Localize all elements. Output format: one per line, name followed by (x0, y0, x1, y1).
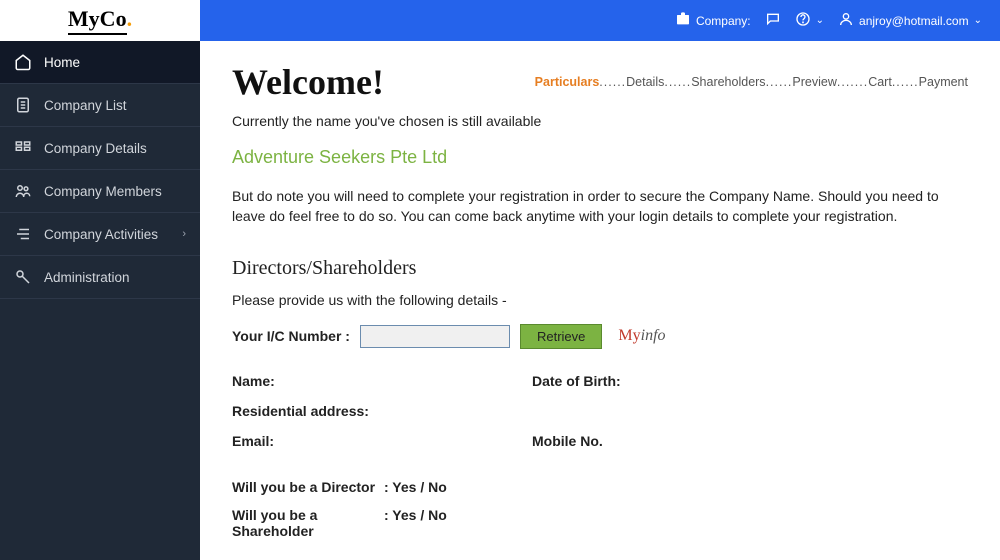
bc-particulars[interactable]: Particulars (535, 75, 600, 89)
nav-company-list-label: Company List (44, 98, 127, 113)
section-subtitle: Please provide us with the following det… (232, 292, 968, 308)
nav-company-members[interactable]: Company Members (0, 170, 200, 213)
chat-icon (765, 11, 781, 30)
logo-dot: . (127, 6, 133, 31)
nav-company-members-label: Company Members (44, 184, 162, 199)
logo-text: MyCo (68, 6, 127, 35)
chevron-down-icon: ⌄ (974, 15, 982, 26)
topbar-user[interactable]: anjroy@hotmail.com ⌄ (838, 11, 982, 30)
main: Company: ⌄ anjroy@hotmail.com ⌄ Welcome!… (200, 0, 1000, 560)
nav-company-details-label: Company Details (44, 141, 147, 156)
help-icon (795, 11, 811, 30)
sidebar: MyCo. Home Company List Company Details … (0, 0, 200, 560)
nav-administration-label: Administration (44, 270, 130, 285)
nav-home-label: Home (44, 55, 80, 70)
user-icon (838, 11, 854, 30)
briefcase-icon (675, 11, 691, 30)
users-icon (14, 182, 32, 200)
registration-note: But do note you will need to complete yo… (232, 186, 968, 227)
topbar-chat[interactable] (765, 11, 781, 30)
nav: Home Company List Company Details Compan… (0, 41, 200, 560)
page-title: Welcome! (232, 61, 384, 103)
bc-details[interactable]: Details (626, 75, 664, 89)
chevron-down-icon: ⌄ (816, 15, 824, 26)
content: Welcome! Particulars......Details......S… (200, 41, 1000, 560)
bc-shareholders[interactable]: Shareholders (691, 75, 765, 89)
nav-company-activities-label: Company Activities (44, 227, 158, 242)
bc-preview[interactable]: Preview (792, 75, 836, 89)
grid-icon (14, 139, 32, 157)
retrieve-button[interactable]: Retrieve (520, 324, 602, 349)
home-icon (14, 53, 32, 71)
topbar-user-email: anjroy@hotmail.com (859, 14, 969, 28)
director-question: Will you be a Director (232, 479, 384, 495)
label-dob: Date of Birth: (532, 373, 832, 389)
availability-text: Currently the name you've chosen is stil… (232, 113, 968, 129)
clipboard-icon (14, 96, 32, 114)
breadcrumb: Particulars......Details......Shareholde… (535, 75, 968, 89)
label-name: Name: (232, 373, 532, 389)
logo[interactable]: MyCo. (0, 0, 200, 41)
nav-company-activities[interactable]: Company Activities › (0, 213, 200, 256)
bc-cart[interactable]: Cart (868, 75, 892, 89)
myinfo-link[interactable]: Myinfo (618, 327, 665, 345)
myinfo-my: My (618, 327, 640, 344)
shareholder-answer[interactable]: : Yes / No (384, 507, 447, 539)
nav-administration[interactable]: Administration (0, 256, 200, 299)
company-name: Adventure Seekers Pte Ltd (232, 147, 968, 168)
label-mobile: Mobile No. (532, 433, 832, 449)
ic-input[interactable] (360, 325, 510, 348)
nav-company-list[interactable]: Company List (0, 84, 200, 127)
topbar-company-label: Company: (696, 14, 751, 28)
list-icon (14, 225, 32, 243)
label-email: Email: (232, 433, 532, 449)
nav-company-details[interactable]: Company Details (0, 127, 200, 170)
myinfo-info: info (641, 327, 666, 344)
section-title: Directors/Shareholders (232, 257, 968, 280)
bc-payment[interactable]: Payment (919, 75, 968, 89)
chevron-right-icon: › (182, 228, 186, 240)
ic-label: Your I/C Number : (232, 328, 350, 344)
topbar-company[interactable]: Company: (675, 11, 751, 30)
topbar: Company: ⌄ anjroy@hotmail.com ⌄ (200, 0, 1000, 41)
director-answer[interactable]: : Yes / No (384, 479, 447, 495)
shareholder-question: Will you be a Shareholder (232, 507, 384, 539)
nav-home[interactable]: Home (0, 41, 200, 84)
topbar-help[interactable]: ⌄ (795, 11, 824, 30)
label-address: Residential address: (232, 403, 832, 419)
wrench-icon (14, 268, 32, 286)
